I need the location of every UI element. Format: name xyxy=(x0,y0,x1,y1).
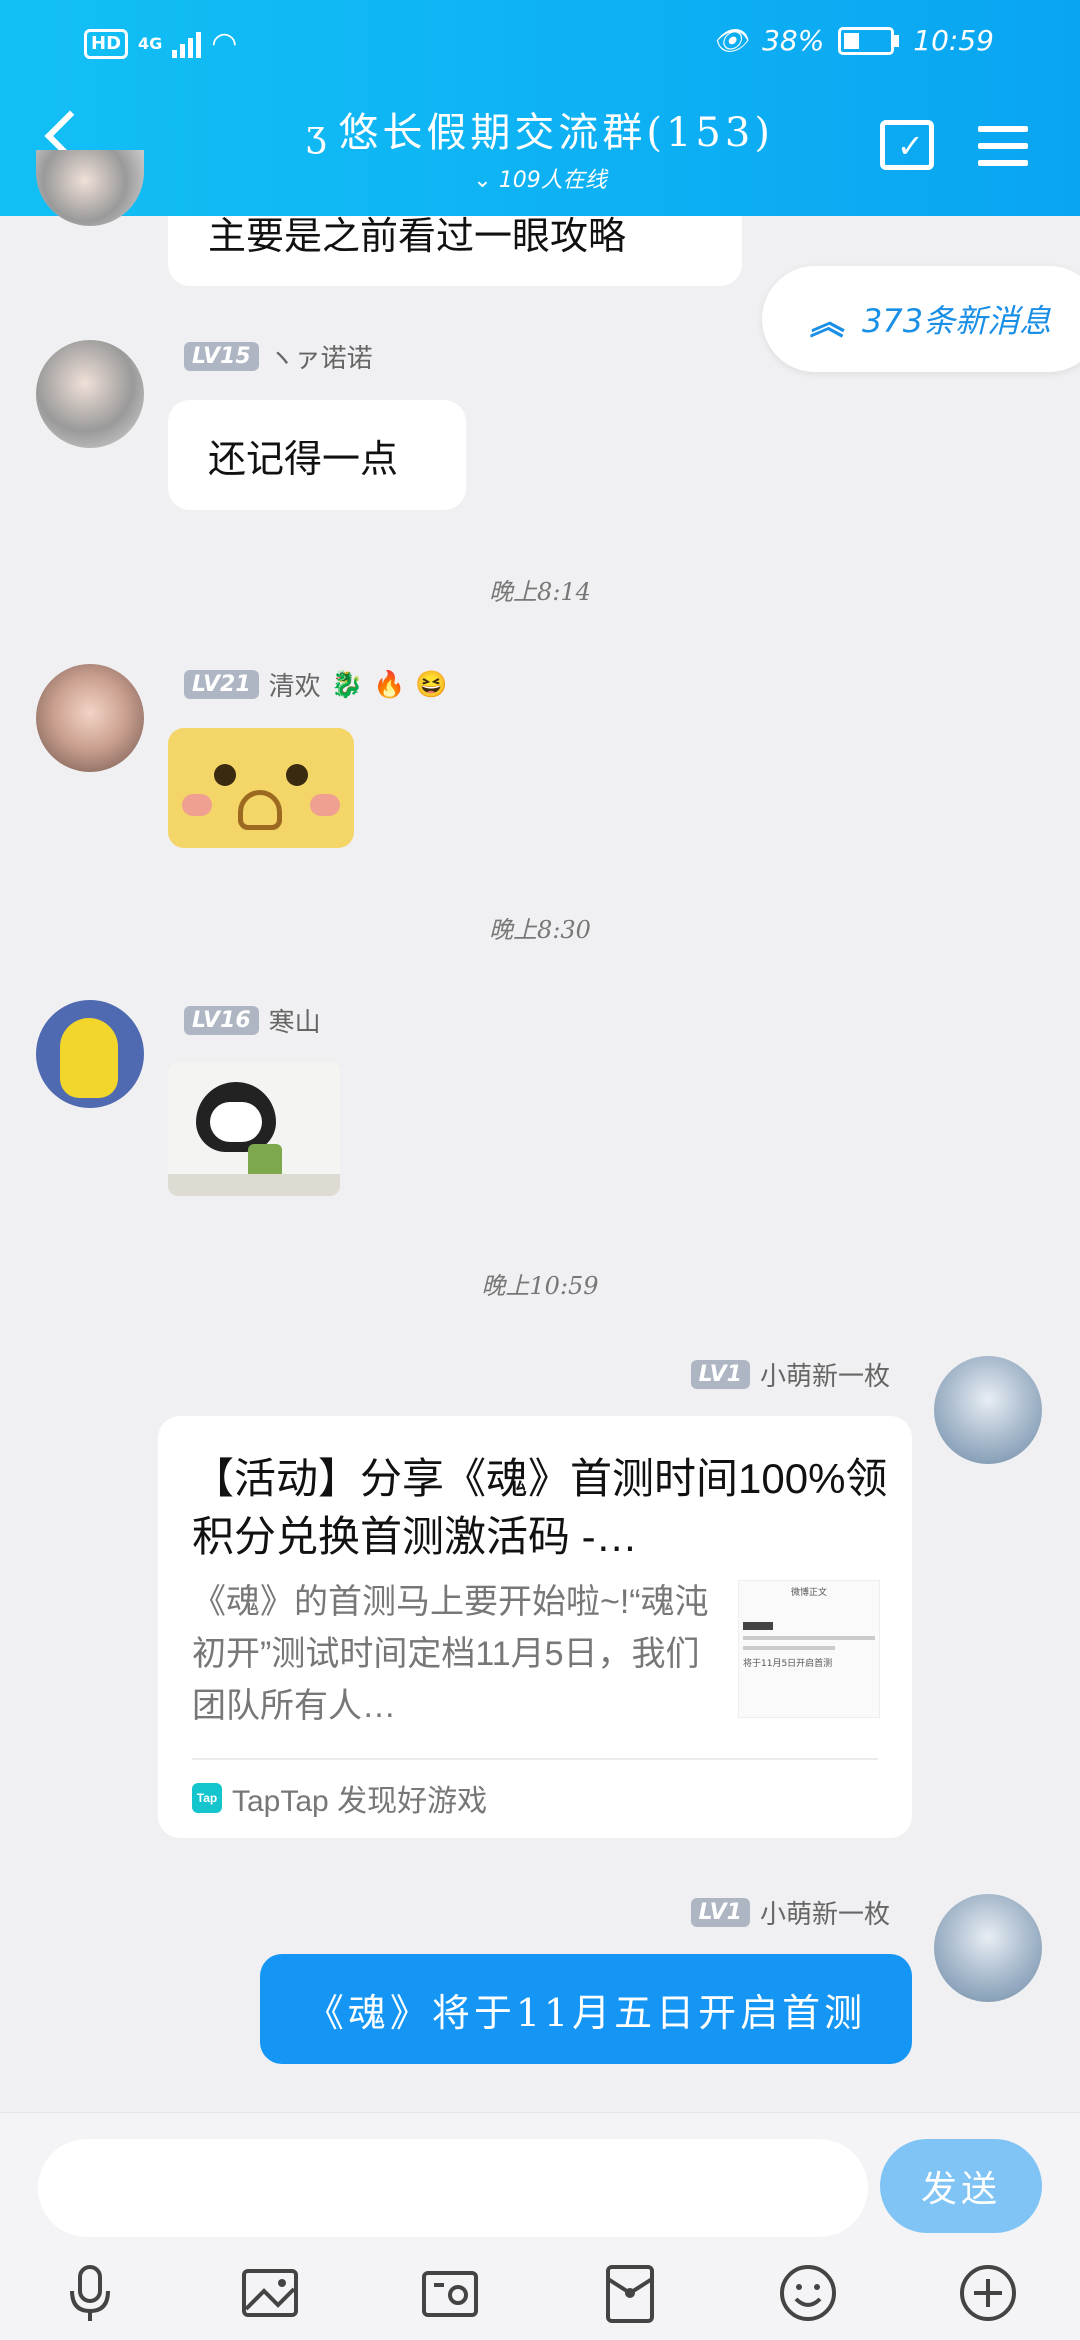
timestamp: 晚上10:59 xyxy=(481,1272,599,1300)
sender-name[interactable]: 小萌新一枚 xyxy=(760,1894,890,1931)
sender-meta: LV16 寒山 xyxy=(184,1002,321,1039)
dragon-emoji: 🐉 xyxy=(330,669,364,700)
level-badge: LV21 xyxy=(184,670,259,699)
card-source-text: TapTap 发现好游戏 xyxy=(232,1785,488,1818)
send-button[interactable]: 发送 xyxy=(880,2139,1042,2233)
menu-icon[interactable] xyxy=(978,126,1028,166)
emoji-icon[interactable] xyxy=(776,2261,840,2325)
online-count: ⌄ 109人在线 xyxy=(250,162,830,194)
calendar-check-icon[interactable] xyxy=(880,120,934,170)
level-badge: LV1 xyxy=(690,1898,750,1927)
battery-icon xyxy=(838,26,895,55)
avatar[interactable] xyxy=(36,1000,144,1108)
message-bubble[interactable]: 还记得一点 xyxy=(168,400,466,510)
camera-icon[interactable] xyxy=(418,2261,482,2325)
ear-icon: ʒ xyxy=(306,114,331,155)
message-bubble[interactable]: 主要是之前看过一眼攻略 xyxy=(168,216,742,286)
card-source: Tap TapTap 发现好游戏 xyxy=(192,1776,487,1820)
toolbar xyxy=(0,2261,1080,2331)
thumb-title: 微博正文 xyxy=(790,1588,827,1598)
online-count-text: 109人在线 xyxy=(498,168,607,193)
taptap-icon: Tap xyxy=(192,1783,222,1813)
sticker-image[interactable] xyxy=(168,1062,340,1196)
sender-meta: LV21 清欢 🐉 🔥 😆 xyxy=(184,666,448,703)
signal-icon xyxy=(172,30,202,58)
level-badge: LV15 xyxy=(184,342,259,371)
picture-icon[interactable] xyxy=(238,2261,302,2325)
new-messages-button[interactable]: ︽ 373条新消息 xyxy=(762,266,1080,372)
sender-name[interactable]: ヽァ诺诺 xyxy=(269,338,373,375)
chevron-circle-icon: ⌄ xyxy=(473,168,499,193)
share-card[interactable]: 【活动】分享《魂》首测时间100%领积分兑换首测激活码 -… 《魂》的首测马上要… xyxy=(158,1416,912,1838)
sender-meta: LV1 小萌新一枚 xyxy=(690,1894,890,1931)
group-title[interactable]: ʒ 悠长假期交流群(153) xyxy=(250,100,830,158)
level-badge: LV1 xyxy=(690,1360,750,1389)
smiley-emoji: 😆 xyxy=(415,669,448,700)
status-bar: HD 4G ◠ 👁 38% 10:59 xyxy=(0,18,1080,68)
level-badge: LV16 xyxy=(184,1006,259,1035)
divider xyxy=(192,1758,878,1760)
message-bubble[interactable]: 《魂》将于11月五日开启首测 xyxy=(260,1954,912,2064)
fire-emoji: 🔥 xyxy=(373,669,406,700)
avatar[interactable] xyxy=(934,1356,1042,1464)
message-text: 主要是之前看过一眼攻略 xyxy=(208,214,627,258)
battery-percent: 38% xyxy=(762,24,825,57)
hd-badge: HD xyxy=(84,28,129,59)
eye-icon: 👁 xyxy=(712,24,749,57)
wifi-icon: ◠ xyxy=(211,26,238,61)
message-input[interactable] xyxy=(38,2139,868,2237)
sender-name[interactable]: 小萌新一枚 xyxy=(760,1356,890,1393)
network-type: 4G xyxy=(138,34,163,53)
plus-icon[interactable] xyxy=(956,2261,1020,2325)
timestamp: 晚上8:14 xyxy=(489,578,591,606)
double-chevron-up-icon: ︽ xyxy=(810,302,844,343)
sender-name[interactable]: 寒山 xyxy=(269,1002,321,1039)
group-name: 悠长假期交流群(153) xyxy=(338,110,774,156)
battery-tip xyxy=(894,34,900,47)
sender-meta: LV15 ヽァ诺诺 xyxy=(184,338,373,375)
clock: 10:59 xyxy=(913,24,994,57)
new-messages-label: 373条新消息 xyxy=(862,302,1052,340)
avatar[interactable] xyxy=(36,340,144,448)
card-description: 《魂》的首测马上要开始啦~!“魂沌初开”测试时间定档11月5日，我们团队所有人… xyxy=(192,1583,709,1725)
avatar[interactable] xyxy=(36,664,144,772)
microphone-icon[interactable] xyxy=(58,2261,122,2325)
thumb-text: 将于11月5日开启首测 xyxy=(743,1659,833,1669)
timestamp: 晚上8:30 xyxy=(489,916,591,944)
red-packet-icon[interactable] xyxy=(598,2261,662,2325)
card-thumbnail: 微博正文 将于11月5日开启首测 xyxy=(738,1580,880,1718)
avatar[interactable] xyxy=(934,1894,1042,2002)
sender-meta: LV1 小萌新一枚 xyxy=(690,1356,890,1393)
message-text: 还记得一点 xyxy=(208,436,399,481)
input-bar: 发送 xyxy=(0,2112,1080,2340)
card-title: 【活动】分享《魂》首测时间100%领积分兑换首测激活码 -… xyxy=(192,1455,888,1560)
sender-name[interactable]: 清欢 xyxy=(269,666,321,703)
message-text: 《魂》将于11月五日开启首测 xyxy=(305,1990,867,2035)
chat-header: HD 4G ◠ 👁 38% 10:59 ʒ 悠长假期交流群(153) ⌄ 109人… xyxy=(0,0,1080,216)
sticker-image[interactable] xyxy=(168,728,354,848)
